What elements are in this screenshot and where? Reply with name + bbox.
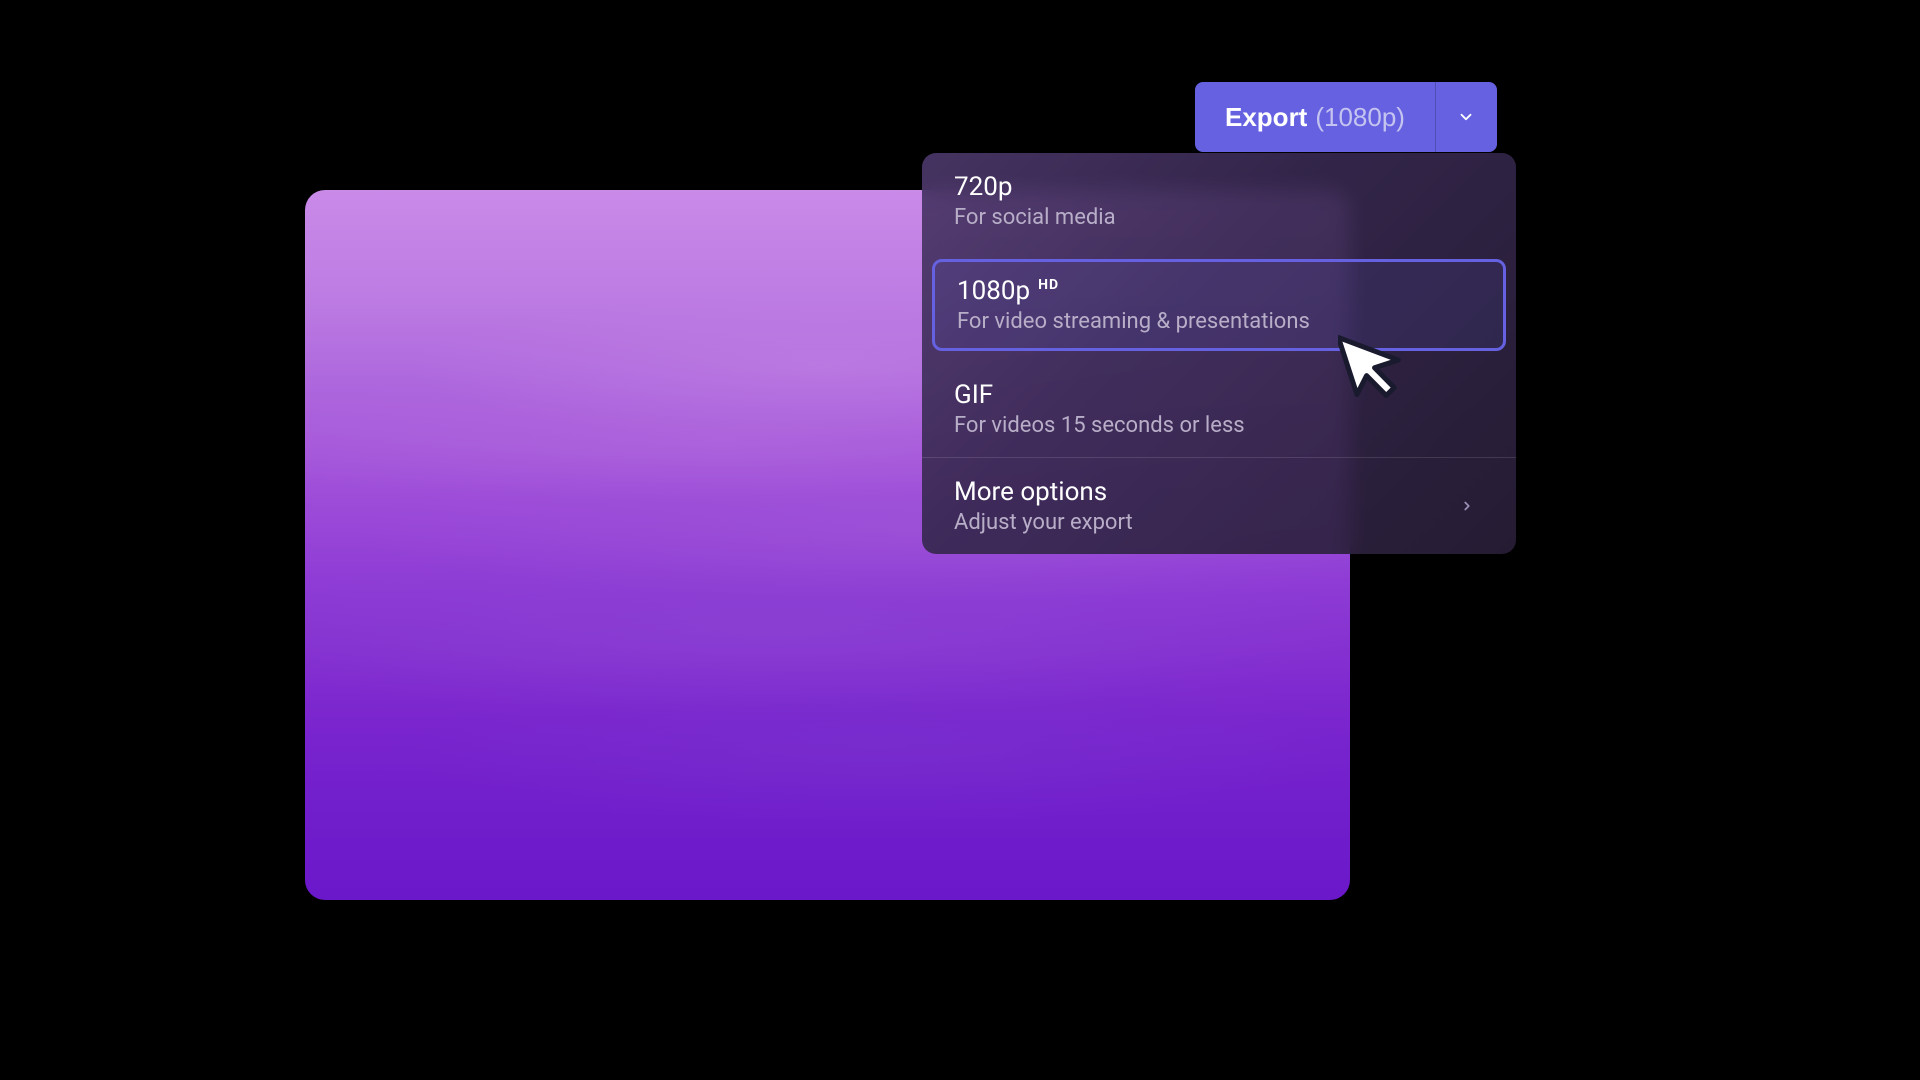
dropdown-option-title: 720p: [954, 172, 1012, 202]
chevron-right-icon: [1460, 499, 1474, 513]
dropdown-option-1080p[interactable]: 1080p HD For video streaming & presentat…: [932, 259, 1506, 351]
export-dropdown-menu: 720p For social media 1080p HD For video…: [922, 153, 1516, 554]
chevron-down-icon: [1457, 108, 1475, 126]
hd-badge: HD: [1038, 277, 1059, 293]
dropdown-option-720p[interactable]: 720p For social media: [922, 153, 1516, 249]
export-button-label: Export: [1225, 102, 1307, 133]
dropdown-option-subtitle: For social media: [954, 205, 1484, 230]
export-button-group: Export (1080p): [1195, 82, 1497, 152]
dropdown-more-options-title: More options: [954, 477, 1107, 507]
export-button[interactable]: Export (1080p): [1195, 82, 1435, 152]
dropdown-option-gif[interactable]: GIF For videos 15 seconds or less: [922, 361, 1516, 457]
export-button-resolution: (1080p): [1315, 102, 1405, 133]
dropdown-option-title: GIF: [954, 380, 993, 410]
dropdown-option-title: 1080p: [957, 276, 1030, 306]
cursor-pointer-icon: [1338, 323, 1418, 403]
dropdown-more-options[interactable]: More options Adjust your export: [922, 458, 1516, 554]
dropdown-option-subtitle: For videos 15 seconds or less: [954, 413, 1484, 438]
export-dropdown-toggle[interactable]: [1435, 82, 1497, 152]
dropdown-more-options-subtitle: Adjust your export: [954, 510, 1133, 535]
